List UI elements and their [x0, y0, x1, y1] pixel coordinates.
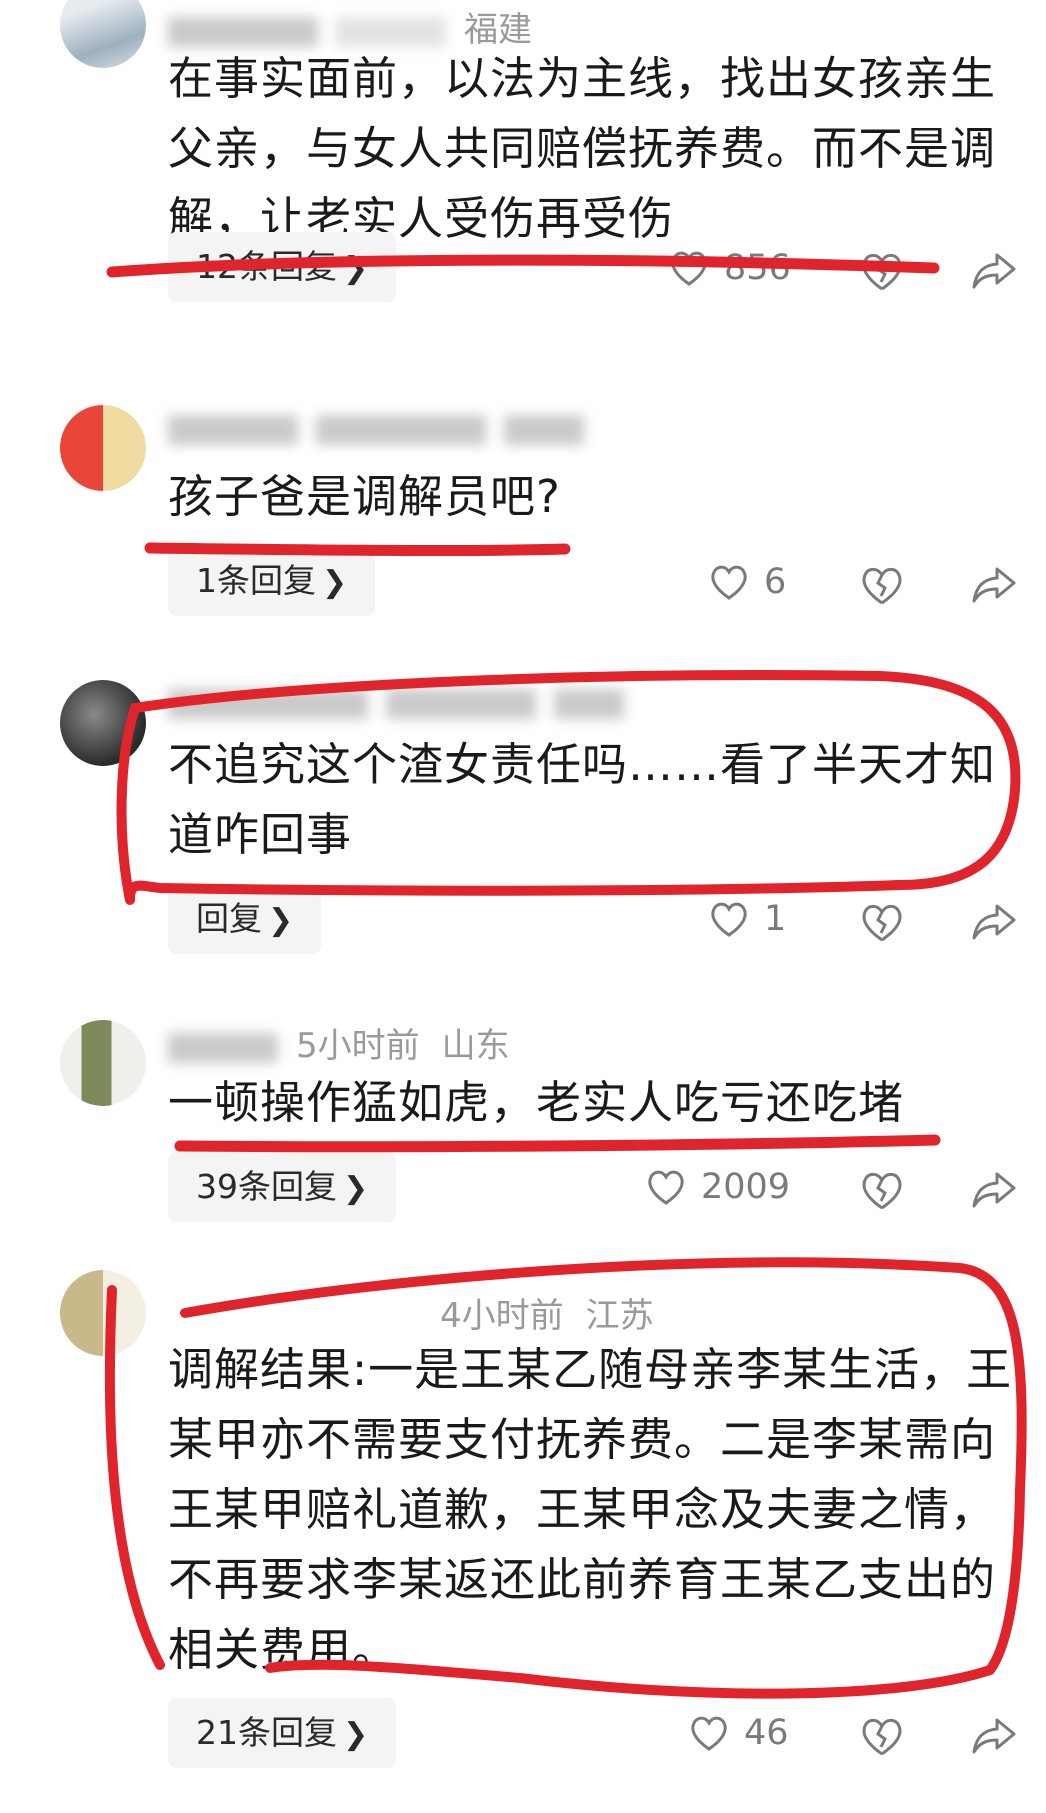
like-count: 856: [724, 248, 791, 288]
view-replies-button[interactable]: 12条回复 ❯: [168, 232, 397, 302]
heart-outline-icon: [671, 251, 707, 286]
heart-outline-icon: [711, 902, 747, 937]
heart-outline-icon: [648, 1170, 684, 1205]
view-replies-button[interactable]: 回复 ❯: [168, 884, 322, 954]
chevron-right-icon: ❯: [343, 1717, 369, 1752]
reply-count: 21条回复: [196, 1713, 337, 1752]
reply-count: 回复: [196, 899, 262, 938]
comment-text: 一顿操作猛如虎，老实人吃亏还吃堵: [168, 1076, 905, 1129]
reply-count: 12条回复: [196, 247, 337, 286]
like-count: 1: [764, 899, 787, 939]
reply-count: 39条回复: [196, 1167, 337, 1206]
avatar[interactable]: [60, 680, 146, 766]
share-arrow-icon[interactable]: [970, 1166, 1018, 1214]
broken-heart-icon[interactable]: [858, 1712, 906, 1760]
broken-heart-icon[interactable]: [858, 1166, 906, 1214]
avatar[interactable]: [60, 1020, 146, 1106]
share-arrow-icon[interactable]: [970, 1712, 1018, 1760]
avatar[interactable]: [60, 1270, 146, 1356]
share-arrow-icon[interactable]: [970, 898, 1018, 946]
comment-meta: [168, 682, 642, 722]
broken-heart-icon[interactable]: [858, 898, 906, 946]
like-button[interactable]: 46: [688, 1703, 789, 1763]
like-count: 6: [764, 562, 787, 602]
comment-time: 5小时前: [296, 1026, 420, 1066]
share-arrow-icon[interactable]: [970, 561, 1018, 609]
comment-meta: 4小时前 江苏: [440, 1288, 654, 1337]
heart-outline-icon: [691, 1716, 727, 1751]
view-replies-button[interactable]: 39条回复 ❯: [168, 1152, 397, 1222]
like-count: 2009: [701, 1167, 791, 1207]
like-button[interactable]: 856: [668, 238, 791, 298]
comment-location: 山东: [441, 1026, 510, 1066]
comment-location: 江苏: [585, 1296, 654, 1336]
comment-text: 在事实面前，以法为主线，找出女孩亲生父亲，与女人共同赔偿抚养费。而不是调解，让老…: [168, 52, 997, 245]
comment-meta: [168, 408, 602, 448]
heart-outline-icon: [711, 565, 747, 600]
chevron-right-icon: ❯: [268, 903, 294, 938]
view-replies-button[interactable]: 1条回复 ❯: [168, 546, 376, 616]
comment-meta: 5小时前 山东: [168, 1018, 510, 1067]
share-arrow-icon[interactable]: [970, 247, 1018, 295]
chevron-right-icon: ❯: [322, 565, 348, 600]
broken-heart-icon[interactable]: [858, 561, 906, 609]
comment-text: 不追究这个渣女责任吗……看了半天才知道咋回事: [168, 738, 997, 861]
avatar[interactable]: [60, 405, 146, 491]
like-button[interactable]: 2009: [645, 1157, 790, 1217]
avatar[interactable]: [60, 0, 146, 68]
reply-count: 1条回复: [196, 561, 316, 600]
comment-time: 4小时前: [440, 1296, 564, 1336]
annotation-underline: [174, 1134, 941, 1153]
like-button[interactable]: 6: [708, 552, 786, 612]
broken-heart-icon[interactable]: [858, 247, 906, 295]
comment-text: 孩子爸是调解员吧?: [168, 470, 561, 523]
chevron-right-icon: ❯: [343, 1171, 369, 1206]
like-count: 46: [744, 1713, 789, 1753]
view-replies-button[interactable]: 21条回复 ❯: [168, 1698, 397, 1768]
chevron-right-icon: ❯: [343, 251, 369, 286]
like-button[interactable]: 1: [708, 889, 786, 949]
comment-text: 调解结果:一是王某乙随母亲李某生活，王某甲亦不需要支付抚养费。二是李某需向王某甲…: [168, 1343, 1013, 1676]
